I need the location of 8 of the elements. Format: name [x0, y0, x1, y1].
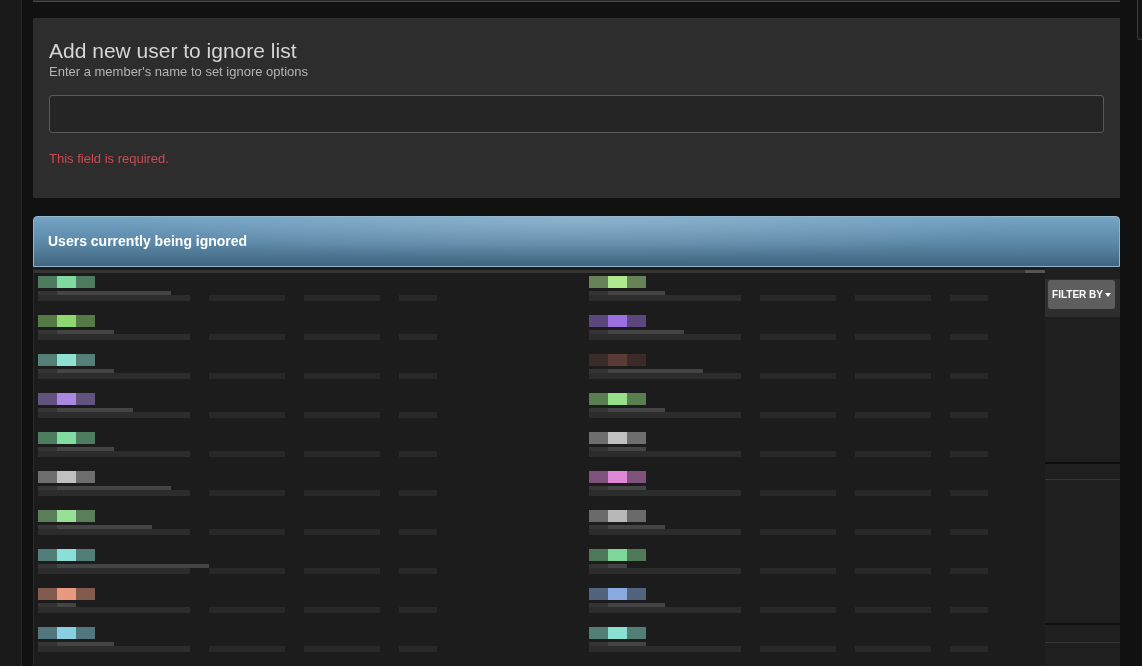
panel-subtitle: Enter a member's name to set ignore options: [49, 64, 309, 79]
caret-icon: [1105, 292, 1111, 297]
scrollbar-thumb[interactable]: [1137, 0, 1142, 40]
filter-button[interactable]: FILTER BY: [1048, 280, 1115, 309]
username-input[interactable]: [49, 95, 1104, 133]
error-message: This field is required.: [49, 151, 170, 166]
section-title: Users currently being ignored: [48, 232, 248, 251]
panel-title: Add new user to ignore list: [49, 38, 298, 64]
